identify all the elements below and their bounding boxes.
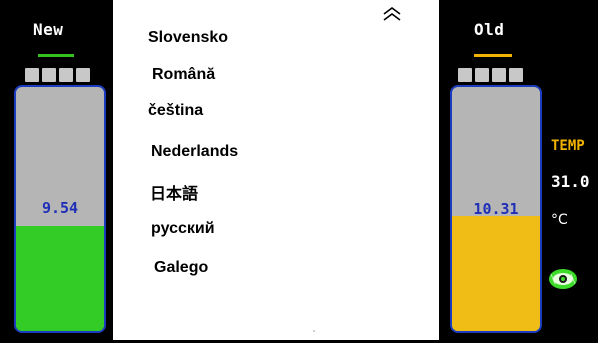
language-option[interactable]: Română <box>152 66 215 84</box>
old-label: Old <box>474 20 505 39</box>
old-battery-gauge: 10.31 <box>450 85 542 333</box>
new-battery-cap <box>25 68 90 82</box>
language-dropdown[interactable]: Slovensko Română čeština Nederlands 日本語 русск… <box>113 0 439 340</box>
new-battery-fill <box>16 226 104 331</box>
device-screen: New 9.54 Old 10.31 TEMP 31.0 °C Slovensk… <box>0 0 598 343</box>
old-battery-cap <box>458 68 523 82</box>
language-option[interactable]: русский <box>151 220 215 238</box>
language-option[interactable]: Slovensko <box>148 29 228 47</box>
new-battery-value: 9.54 <box>41 199 79 217</box>
old-battery-value: 10.31 <box>473 200 519 218</box>
new-battery-gauge: 9.54 <box>14 85 106 333</box>
old-battery-fill <box>452 216 540 331</box>
temperature-unit: °C <box>551 212 568 228</box>
temperature-label: TEMP <box>551 138 585 154</box>
language-option[interactable]: Nederlands <box>151 143 238 161</box>
temperature-value: 31.0 <box>551 172 590 191</box>
double-chevron-up-icon[interactable] <box>381 4 403 24</box>
eye-icon[interactable] <box>548 268 578 290</box>
scroll-indicator <box>313 330 315 332</box>
language-option[interactable]: Galego <box>154 259 208 277</box>
new-label: New <box>33 20 64 39</box>
language-option[interactable]: 日本語 <box>150 180 198 204</box>
language-option[interactable]: čeština <box>148 102 203 120</box>
new-label-underline <box>38 54 74 57</box>
old-label-underline <box>474 54 512 57</box>
